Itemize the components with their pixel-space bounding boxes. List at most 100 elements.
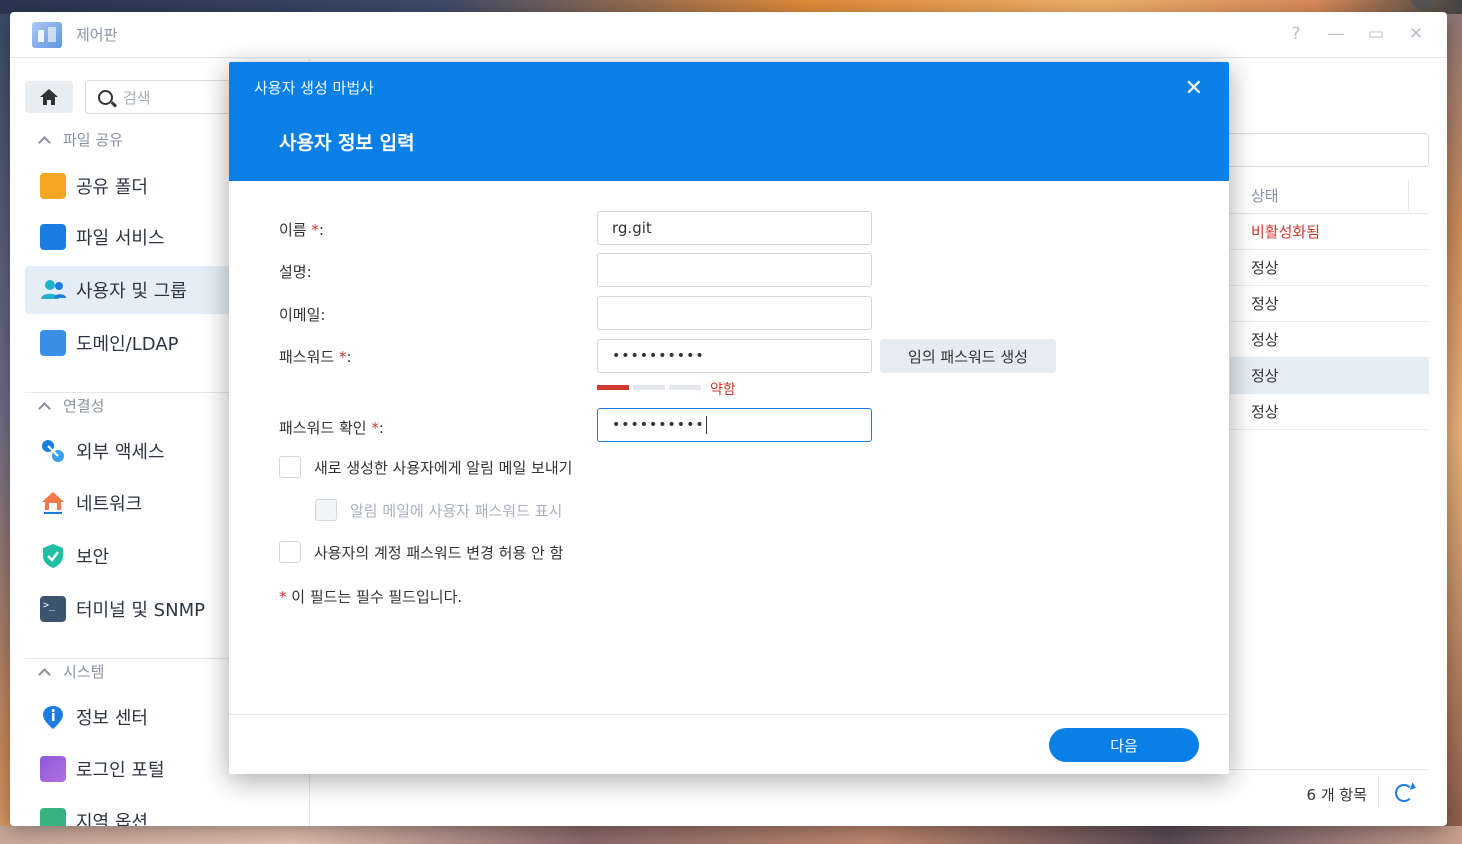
refresh-icon[interactable]: [1395, 784, 1413, 802]
status-cell: 정상: [1251, 367, 1279, 385]
description-input[interactable]: [597, 253, 872, 287]
next-button[interactable]: 다음: [1049, 728, 1199, 762]
column-header-status[interactable]: 상태: [1230, 177, 1429, 214]
text-caret: [705, 416, 707, 434]
table-row[interactable]: 정상: [1230, 322, 1429, 358]
disallow-password-change-option[interactable]: 사용자의 계정 패스워드 변경 허용 안 함: [279, 541, 563, 563]
show-password-in-mail-option: 알림 메일에 사용자 패스워드 표시: [315, 499, 562, 521]
checkbox-label: 알림 메일에 사용자 패스워드 표시: [350, 501, 563, 520]
chevron-up-icon: [38, 667, 51, 681]
description-label: 설명:: [279, 263, 312, 281]
checkbox-label: 사용자의 계정 패스워드 변경 허용 안 함: [314, 543, 564, 562]
maximize-icon[interactable]: ▭: [1367, 24, 1385, 44]
show-password-checkbox: [315, 499, 337, 521]
section-label: 시스템: [63, 663, 105, 681]
sidebar-item-label: 정보 센터: [76, 708, 148, 729]
password-label: 패스워드 *:: [279, 348, 352, 366]
column-separator: [1408, 179, 1409, 211]
checkbox-label: 새로 생성한 사용자에게 알림 메일 보내기: [314, 458, 573, 477]
list-footer: 6 개 항목: [330, 769, 1427, 819]
home-button[interactable]: [25, 81, 73, 113]
strength-segment: [633, 385, 665, 390]
dialog-header: 사용자 생성 마법사 사용자 정보 입력 ✕: [229, 62, 1229, 181]
section-label: 연결성: [63, 397, 105, 415]
table-row-selected[interactable]: 정상: [1230, 358, 1429, 394]
sidebar-item-label: 파일 서비스: [76, 228, 165, 249]
status-cell: 정상: [1251, 295, 1279, 313]
name-value: rg.git: [612, 219, 652, 237]
table-row[interactable]: 정상: [1230, 394, 1429, 430]
table-row[interactable]: 정상: [1230, 250, 1429, 286]
minimize-icon[interactable]: —: [1327, 24, 1345, 44]
wizard-title: 사용자 생성 마법사: [254, 79, 374, 97]
search-icon: [98, 89, 113, 105]
domain-icon: [40, 330, 66, 356]
strength-segment: [669, 385, 701, 390]
generate-random-password-button[interactable]: 임의 패스워드 생성: [880, 339, 1056, 373]
send-mail-checkbox[interactable]: [279, 456, 301, 478]
password-input[interactable]: ••••••••••: [597, 339, 872, 373]
dialog-footer: 다음: [229, 714, 1229, 774]
help-icon[interactable]: ?: [1287, 24, 1305, 44]
confirm-password-input[interactable]: ••••••••••: [597, 408, 872, 442]
sidebar-item-label: 보안: [76, 547, 110, 568]
step-title: 사용자 정보 입력: [279, 132, 415, 154]
sidebar-item-label: 공유 폴더: [76, 177, 148, 198]
table-row[interactable]: 정상: [1230, 286, 1429, 322]
column-header-label: 상태: [1251, 186, 1279, 205]
file-services-icon: [40, 224, 66, 250]
password-strength-label: 약함: [710, 382, 736, 398]
section-file-sharing[interactable]: 파일 공유: [38, 129, 123, 150]
sidebar-item-label: 도메인/LDAP: [76, 334, 179, 355]
chevron-up-icon: [38, 401, 51, 415]
status-cell: 정상: [1251, 403, 1279, 421]
search-placeholder: 검색: [123, 88, 151, 107]
regional-icon: [40, 808, 66, 826]
send-mail-option[interactable]: 새로 생성한 사용자에게 알림 메일 보내기: [279, 456, 572, 478]
create-user-wizard-dialog: 사용자 생성 마법사 사용자 정보 입력 ✕ 이름 *: rg.git 설명: …: [229, 62, 1229, 774]
email-input[interactable]: [597, 296, 872, 330]
desktop-wallpaper-bottom: [0, 826, 1462, 844]
section-connectivity[interactable]: 연결성: [38, 395, 105, 416]
login-portal-icon: [40, 756, 66, 782]
status-cell: 정상: [1251, 331, 1279, 349]
sidebar-item-label: 로그인 포털: [76, 760, 165, 781]
name-label: 이름 *:: [279, 221, 324, 239]
disallow-change-checkbox[interactable]: [279, 541, 301, 563]
close-icon[interactable]: ✕: [1407, 24, 1425, 44]
table-row[interactable]: 비활성화됨: [1230, 214, 1429, 250]
sidebar-item-label: 터미널 및 SNMP: [76, 600, 205, 621]
dialog-close-icon[interactable]: ✕: [1185, 76, 1203, 101]
users-icon: [40, 277, 66, 303]
home-icon: [40, 89, 58, 105]
sidebar-item-label: 지역 옵션: [76, 812, 148, 826]
sidebar-item-regional[interactable]: 지역 옵션: [25, 797, 310, 826]
terminal-icon: >_: [40, 596, 66, 622]
footer-separator: [1378, 776, 1379, 808]
status-cell: 비활성화됨: [1251, 223, 1321, 241]
user-search-input[interactable]: [1224, 133, 1429, 167]
strength-segment: [597, 385, 629, 390]
name-input[interactable]: rg.git: [597, 211, 872, 245]
password-value: ••••••••••: [612, 348, 705, 364]
sidebar-item-label: 외부 액세스: [76, 442, 165, 463]
required-fields-note: * 이 필드는 필수 필드입니다.: [279, 588, 463, 606]
password-strength-meter: [597, 385, 701, 390]
window-title: 제어판: [76, 26, 118, 44]
network-icon: [40, 490, 66, 516]
external-access-icon: [40, 438, 66, 464]
info-icon: [40, 704, 66, 730]
sidebar-item-label: 네트워크: [76, 494, 143, 515]
sidebar-item-label: 사용자 및 그룹: [76, 281, 187, 302]
section-system[interactable]: 시스템: [38, 661, 105, 682]
confirm-password-label: 패스워드 확인 *:: [279, 419, 384, 437]
email-label: 이메일:: [279, 306, 326, 324]
window-titlebar: 제어판 ? — ▭ ✕: [10, 12, 1447, 58]
section-label: 파일 공유: [63, 131, 123, 149]
shield-icon: [40, 543, 66, 569]
control-panel-icon: [32, 21, 62, 48]
folder-icon: [40, 173, 66, 199]
confirm-password-value: ••••••••••: [612, 417, 705, 433]
window-controls: ? — ▭ ✕: [1287, 24, 1425, 44]
status-cell: 정상: [1251, 259, 1279, 277]
